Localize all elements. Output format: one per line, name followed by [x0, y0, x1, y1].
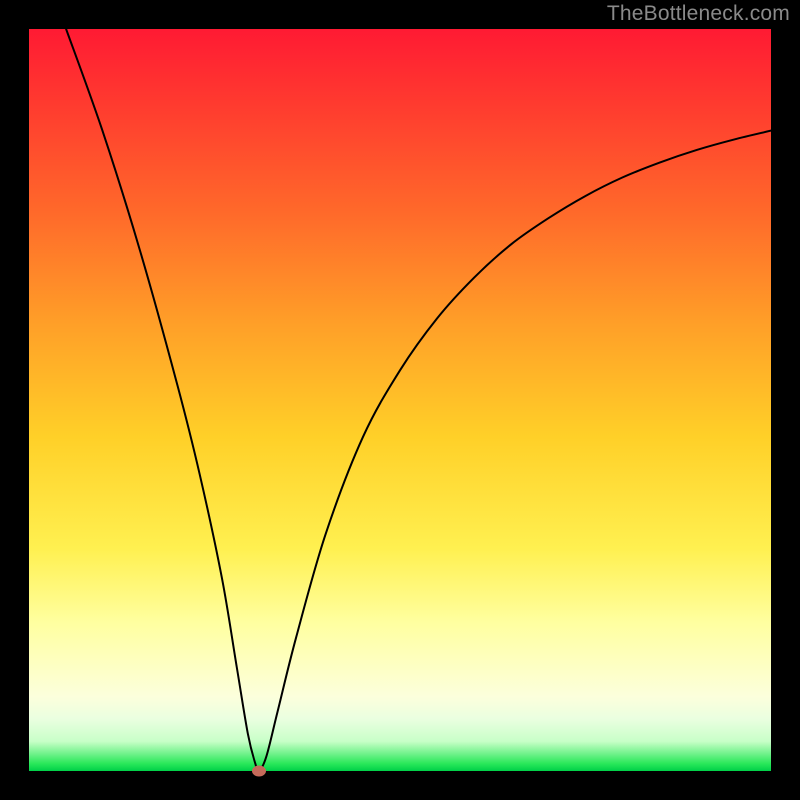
chart-plot-area — [29, 29, 771, 771]
watermark-text: TheBottleneck.com — [607, 2, 790, 26]
optimum-marker — [252, 766, 266, 777]
bottleneck-curve — [29, 29, 771, 771]
chart-frame: TheBottleneck.com — [0, 0, 800, 800]
